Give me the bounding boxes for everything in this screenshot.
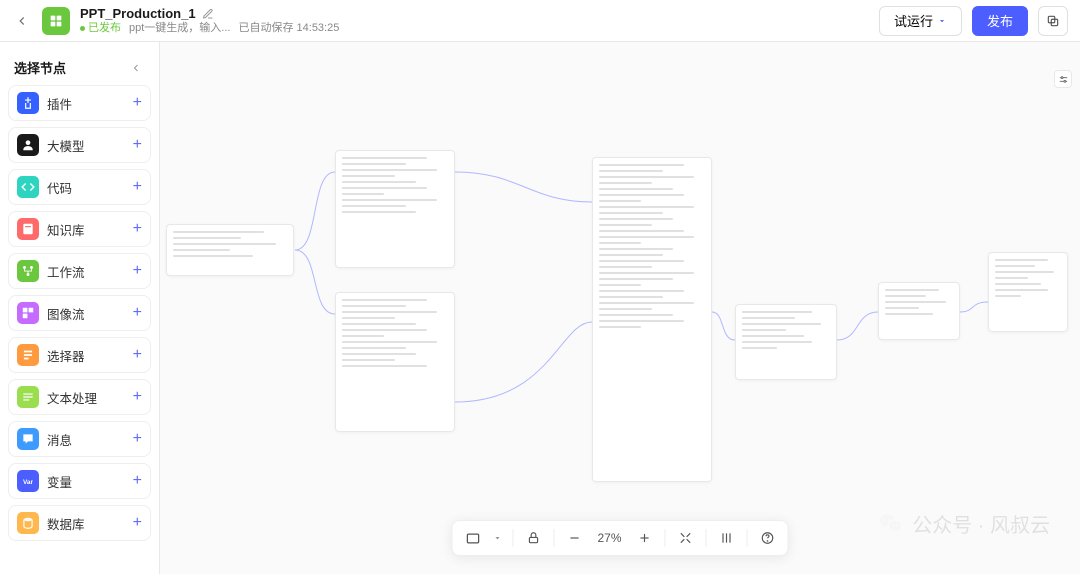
lock-button[interactable] xyxy=(524,528,544,548)
layout-button[interactable] xyxy=(463,528,483,548)
sidebar: 选择节点 插件+大模型+代码+知识库+工作流+图像流+选择器+文本处理+消息+V… xyxy=(0,42,160,574)
node-label: 图像流 xyxy=(47,304,125,323)
back-button[interactable] xyxy=(12,11,32,31)
node-label: 工作流 xyxy=(47,262,125,281)
zoom-level: 27% xyxy=(595,531,625,545)
collapse-button[interactable] xyxy=(127,59,145,77)
caret-down-icon xyxy=(937,16,947,26)
workflow-node[interactable] xyxy=(988,252,1068,332)
description-text: ppt一键生成，输入... xyxy=(129,22,230,35)
workflow-node[interactable] xyxy=(335,292,455,432)
imageflow-icon xyxy=(17,302,39,324)
workflow-node[interactable] xyxy=(592,157,712,482)
add-node-button[interactable]: + xyxy=(133,304,142,322)
sidebar-header: 选择节点 xyxy=(8,50,151,85)
canvas-settings-button[interactable] xyxy=(1054,70,1072,88)
publish-button-label: 发布 xyxy=(987,11,1013,30)
sidebar-title: 选择节点 xyxy=(14,58,66,77)
add-node-button[interactable]: + xyxy=(133,388,142,406)
add-node-button[interactable]: + xyxy=(133,178,142,196)
add-node-button[interactable]: + xyxy=(133,346,142,364)
node-label: 代码 xyxy=(47,178,125,197)
node-label: 消息 xyxy=(47,430,125,449)
var-icon: Var xyxy=(17,470,39,492)
node-label: 数据库 xyxy=(47,514,125,533)
node-label: 选择器 xyxy=(47,346,125,365)
node-item-selector[interactable]: 选择器 + xyxy=(8,337,151,373)
kb-icon xyxy=(17,218,39,240)
add-node-button[interactable]: + xyxy=(133,136,142,154)
node-label: 大模型 xyxy=(47,136,125,155)
zoom-out-button[interactable] xyxy=(565,528,585,548)
node-item-plugin[interactable]: 插件 + xyxy=(8,85,151,121)
publish-button[interactable]: 发布 xyxy=(972,6,1028,36)
add-node-button[interactable]: + xyxy=(133,94,142,112)
node-list: 插件 + 大模型 + 代码 + 知识库 + 工作流 + 图像流 + 选择器 + 文本处理 + 消息 + Var 变量 +… xyxy=(8,85,151,541)
copy-button[interactable] xyxy=(1038,6,1068,36)
workflow-node[interactable] xyxy=(878,282,960,340)
canvas-toolbar: 27% xyxy=(452,520,789,556)
llm-icon xyxy=(17,134,39,156)
caret-down-icon[interactable] xyxy=(493,533,503,543)
plugin-icon xyxy=(17,92,39,114)
db-icon xyxy=(17,512,39,534)
fit-button[interactable] xyxy=(676,528,696,548)
autosave-text: 已自动保存 14:53:25 xyxy=(238,22,339,35)
node-item-imageflow[interactable]: 图像流 + xyxy=(8,295,151,331)
workflow-node[interactable] xyxy=(166,224,294,276)
help-button[interactable] xyxy=(758,528,778,548)
svg-text:Var: Var xyxy=(23,479,33,486)
add-node-button[interactable]: + xyxy=(133,220,142,238)
page-title: PPT_Production_1 xyxy=(80,6,196,22)
app-icon xyxy=(42,7,70,35)
workflow-icon xyxy=(17,260,39,282)
node-item-workflow[interactable]: 工作流 + xyxy=(8,253,151,289)
node-item-code[interactable]: 代码 + xyxy=(8,169,151,205)
node-label: 知识库 xyxy=(47,220,125,239)
edit-icon[interactable] xyxy=(202,8,214,20)
workflow-node[interactable] xyxy=(335,150,455,268)
add-node-button[interactable]: + xyxy=(133,262,142,280)
node-label: 插件 xyxy=(47,94,125,113)
selector-icon xyxy=(17,344,39,366)
organize-button[interactable] xyxy=(717,528,737,548)
zoom-in-button[interactable] xyxy=(635,528,655,548)
node-item-message[interactable]: 消息 + xyxy=(8,421,151,457)
add-node-button[interactable]: + xyxy=(133,472,142,490)
run-button-label: 试运行 xyxy=(894,11,933,30)
node-label: 文本处理 xyxy=(47,388,125,407)
header: PPT_Production_1 已发布 ppt一键生成，输入... 已自动保存… xyxy=(0,0,1080,42)
node-item-llm[interactable]: 大模型 + xyxy=(8,127,151,163)
node-item-db[interactable]: 数据库 + xyxy=(8,505,151,541)
workflow-node[interactable] xyxy=(735,304,837,380)
node-item-var[interactable]: Var 变量 + xyxy=(8,463,151,499)
text-icon xyxy=(17,386,39,408)
canvas[interactable]: 27% 公众号 · 风叔云 xyxy=(160,42,1080,574)
add-node-button[interactable]: + xyxy=(133,430,142,448)
node-item-kb[interactable]: 知识库 + xyxy=(8,211,151,247)
add-node-button[interactable]: + xyxy=(133,514,142,532)
code-icon xyxy=(17,176,39,198)
run-button[interactable]: 试运行 xyxy=(879,6,962,36)
publish-status: 已发布 xyxy=(80,22,121,35)
node-item-text[interactable]: 文本处理 + xyxy=(8,379,151,415)
message-icon xyxy=(17,428,39,450)
node-label: 变量 xyxy=(47,472,125,491)
title-block: PPT_Production_1 已发布 ppt一键生成，输入... 已自动保存… xyxy=(80,6,339,35)
